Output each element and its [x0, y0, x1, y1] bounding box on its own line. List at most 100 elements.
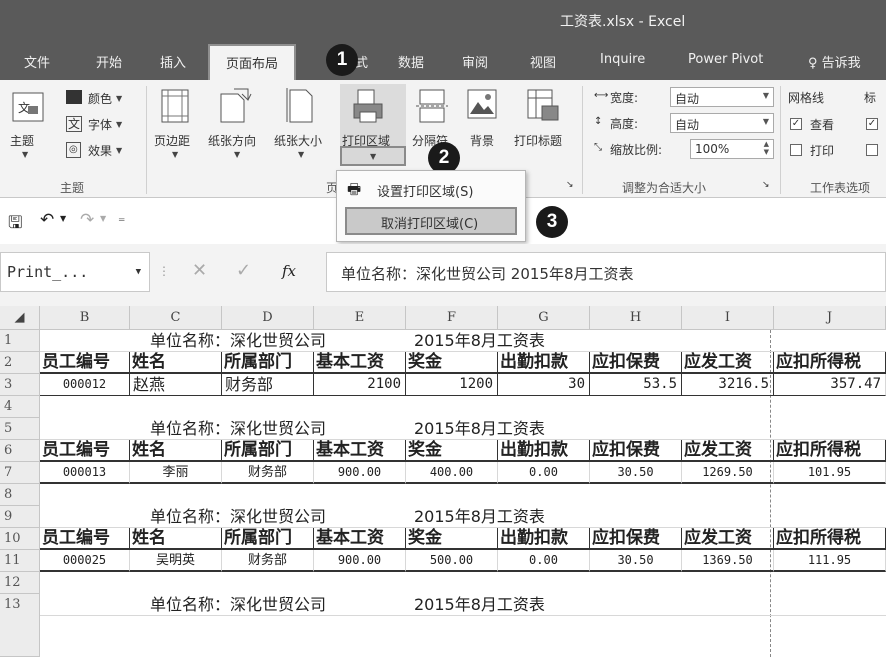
data-cell[interactable]: 111.95 [774, 550, 886, 572]
data-cell[interactable]: 900.00 [314, 462, 406, 484]
header-cell[interactable]: 应发工资 [682, 440, 774, 462]
row-header[interactable]: 9 [0, 506, 40, 528]
select-all-corner[interactable]: ◢ [0, 306, 40, 330]
print-area-dropdown[interactable]: ▼ [340, 146, 406, 166]
data-cell[interactable]: 财务部 [222, 462, 314, 484]
header-cell[interactable]: 基本工资 [314, 352, 406, 374]
header-cell[interactable]: 应扣所得税 [774, 440, 886, 462]
header-cell[interactable]: 应发工资 [682, 352, 774, 374]
header-cell[interactable]: 员工编号 [40, 352, 130, 374]
header-cell[interactable]: 出勤扣款 [498, 528, 590, 550]
row-header[interactable]: 6 [0, 440, 40, 462]
header-cell[interactable]: 所属部门 [222, 440, 314, 462]
headings-print-checkbox[interactable] [866, 144, 878, 156]
chevron-down-icon[interactable]: ▼ [136, 267, 141, 277]
data-cell[interactable]: 吴明英 [130, 550, 222, 572]
header-cell[interactable]: 奖金 [406, 440, 498, 462]
header-cell[interactable]: 应扣保费 [590, 352, 682, 374]
width-select[interactable]: 自动 ▼ [670, 87, 774, 107]
headings-view-checkbox[interactable]: ✓ [866, 118, 878, 130]
data-cell[interactable]: 900.00 [314, 550, 406, 572]
redo-icon[interactable]: ↷ [80, 210, 94, 230]
data-cell[interactable]: 000013 [40, 462, 130, 484]
tab-file[interactable]: 文件 [24, 52, 50, 71]
header-cell[interactable]: 出勤扣款 [498, 352, 590, 374]
header-cell[interactable]: 姓名 [130, 528, 222, 550]
header-cell[interactable]: 员工编号 [40, 440, 130, 462]
data-cell[interactable]: 000012 [40, 374, 130, 396]
header-cell[interactable]: 基本工资 [314, 440, 406, 462]
header-cell[interactable]: 应发工资 [682, 528, 774, 550]
header-cell[interactable]: 所属部门 [222, 352, 314, 374]
column-header[interactable]: D [222, 306, 314, 330]
tab-data[interactable]: 数据 [398, 52, 424, 71]
data-cell[interactable]: 1369.50 [682, 550, 774, 572]
row-header[interactable]: 1 [0, 330, 40, 352]
gridlines-print-checkbox[interactable] [790, 144, 802, 156]
title-row[interactable]: 单位名称：深化世贸公司 2015年8月工资表 [40, 330, 886, 352]
data-cell[interactable]: 357.47 [774, 374, 886, 396]
gridlines-view-checkbox[interactable]: ✓ [790, 118, 802, 130]
data-cell[interactable]: 53.5 [590, 374, 682, 396]
clear-print-area-item[interactable]: 取消打印区域(C) [345, 207, 517, 235]
header-cell[interactable]: 奖金 [406, 528, 498, 550]
tab-home[interactable]: 开始 [96, 52, 122, 71]
row-header[interactable]: 7 [0, 462, 40, 484]
enter-icon[interactable]: ✓ [236, 260, 251, 281]
tab-inquire[interactable]: Inquire [600, 52, 645, 67]
save-icon[interactable]: 🖫 [8, 210, 22, 239]
dialog-launcher-icon[interactable]: ↘ [762, 180, 770, 190]
spin-icon[interactable]: ▲ ▼ [764, 140, 769, 156]
data-cell[interactable]: 赵燕 [130, 374, 222, 396]
header-cell[interactable]: 员工编号 [40, 528, 130, 550]
data-cell[interactable]: 0.00 [498, 550, 590, 572]
data-cell[interactable]: 1269.50 [682, 462, 774, 484]
row-header[interactable]: 3 [0, 374, 40, 396]
data-cell[interactable]: 500.00 [406, 550, 498, 572]
data-cell[interactable]: 30.50 [590, 550, 682, 572]
header-cell[interactable]: 应扣所得税 [774, 352, 886, 374]
column-header[interactable]: C [130, 306, 222, 330]
worksheet-grid[interactable]: ◢ B C D E F G H I J 1 2 3 4 5 6 7 8 9 10… [0, 306, 886, 657]
title-row[interactable]: 单位名称：深化世贸公司 2015年8月工资表 [40, 418, 886, 440]
column-header[interactable]: F [406, 306, 498, 330]
column-header[interactable]: E [314, 306, 406, 330]
column-header[interactable]: J [774, 306, 886, 330]
column-header[interactable]: B [40, 306, 130, 330]
header-cell[interactable]: 应扣保费 [590, 440, 682, 462]
header-cell[interactable]: 姓名 [130, 440, 222, 462]
data-cell[interactable]: 30 [498, 374, 590, 396]
row-header[interactable]: 13 [0, 594, 40, 657]
set-print-area-item[interactable]: 设置打印区域(S) [377, 181, 473, 200]
header-cell[interactable]: 奖金 [406, 352, 498, 374]
tab-tell-me[interactable]: ♀ 告诉我 [808, 52, 861, 71]
data-cell[interactable]: 1200 [406, 374, 498, 396]
height-select[interactable]: 自动 ▼ [670, 113, 774, 133]
row-header[interactable]: 2 [0, 352, 40, 374]
data-cell[interactable]: 000025 [40, 550, 130, 572]
data-cell[interactable]: 李丽 [130, 462, 222, 484]
header-cell[interactable]: 应扣所得税 [774, 528, 886, 550]
undo-icon[interactable]: ↶ [40, 210, 54, 230]
data-cell[interactable]: 30.50 [590, 462, 682, 484]
data-cell[interactable]: 财务部 [222, 374, 314, 396]
tab-view[interactable]: 视图 [530, 52, 556, 71]
header-cell[interactable]: 应扣保费 [590, 528, 682, 550]
tab-power-pivot[interactable]: Power Pivot [688, 52, 763, 67]
tab-insert[interactable]: 插入 [160, 52, 186, 71]
data-cell[interactable]: 101.95 [774, 462, 886, 484]
insert-function-icon[interactable]: fx [282, 262, 296, 280]
row-header[interactable]: 5 [0, 418, 40, 440]
header-cell[interactable]: 所属部门 [222, 528, 314, 550]
scale-stepper[interactable]: 100% ▲ ▼ [690, 139, 774, 159]
column-header[interactable]: I [682, 306, 774, 330]
cancel-icon[interactable]: ✕ [192, 260, 207, 281]
data-cell[interactable]: 2100 [314, 374, 406, 396]
row-header[interactable]: 8 [0, 484, 40, 506]
column-header[interactable]: H [590, 306, 682, 330]
row-header[interactable]: 4 [0, 396, 40, 418]
title-row[interactable]: 单位名称：深化世贸公司 2015年8月工资表 [40, 506, 886, 528]
header-cell[interactable]: 姓名 [130, 352, 222, 374]
tab-review[interactable]: 审阅 [462, 52, 488, 71]
column-header[interactable]: G [498, 306, 590, 330]
